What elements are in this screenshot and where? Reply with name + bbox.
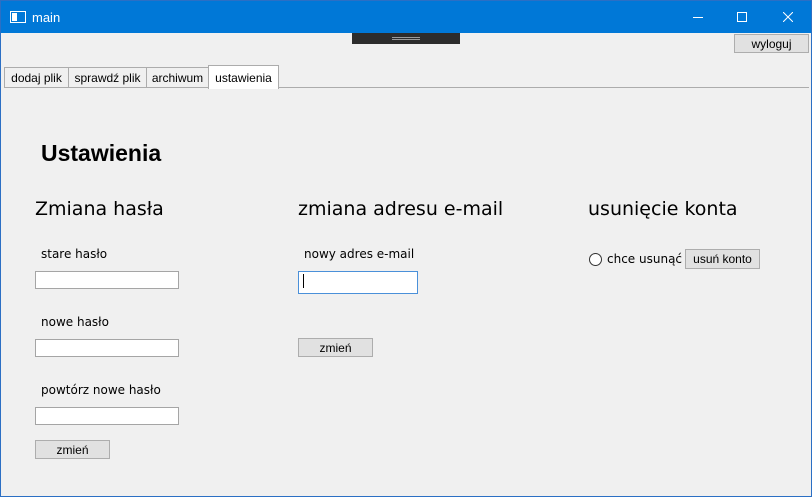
email-section-heading: zmiana adresu e-mail (298, 198, 504, 220)
new-email-input[interactable] (298, 271, 418, 294)
window-title: main (32, 10, 61, 25)
tab-archiwum[interactable]: archiwum (146, 67, 209, 88)
minimize-button[interactable] (675, 1, 721, 33)
old-password-label: stare hasło (41, 247, 108, 261)
confirm-delete-label: chce usunąć (607, 252, 683, 266)
repeat-password-input[interactable] (35, 407, 179, 425)
title-bar[interactable]: main (1, 1, 811, 33)
client-area: wyloguj dodaj plik sprawdź plik archiwum… (1, 33, 811, 496)
collapse-grip-handle[interactable] (352, 33, 460, 44)
new-email-label: nowy adres e-mail (304, 247, 415, 261)
change-email-button[interactable]: zmień (298, 338, 373, 357)
maximize-icon (737, 12, 747, 22)
minimize-icon (693, 17, 703, 18)
new-password-label: nowe hasło (41, 315, 109, 329)
page-title: Ustawienia (41, 140, 162, 166)
delete-section-heading: usunięcie konta (588, 198, 738, 220)
old-password-input[interactable] (35, 271, 179, 289)
maximize-button[interactable] (719, 1, 765, 33)
close-icon (783, 12, 793, 22)
password-section-heading: Zmiana hasła (35, 198, 164, 220)
tab-ustawienia[interactable]: ustawienia (208, 65, 279, 89)
new-password-input[interactable] (35, 339, 179, 357)
repeat-password-label: powtórz nowe hasło (41, 383, 161, 397)
tab-sprawdz-plik[interactable]: sprawdź plik (68, 67, 147, 88)
tab-panel-border (4, 87, 809, 88)
text-caret (303, 274, 304, 288)
tab-dodaj-plik[interactable]: dodaj plik (4, 67, 69, 88)
close-button[interactable] (765, 1, 811, 33)
main-window: main wyloguj dodaj plik sprawdź plik arc… (0, 0, 812, 497)
app-window-icon (10, 11, 26, 23)
logout-button[interactable]: wyloguj (734, 34, 809, 53)
change-password-button[interactable]: zmień (35, 440, 110, 459)
confirm-delete-radio[interactable] (589, 253, 602, 266)
delete-account-button[interactable]: usuń konto (685, 249, 760, 269)
